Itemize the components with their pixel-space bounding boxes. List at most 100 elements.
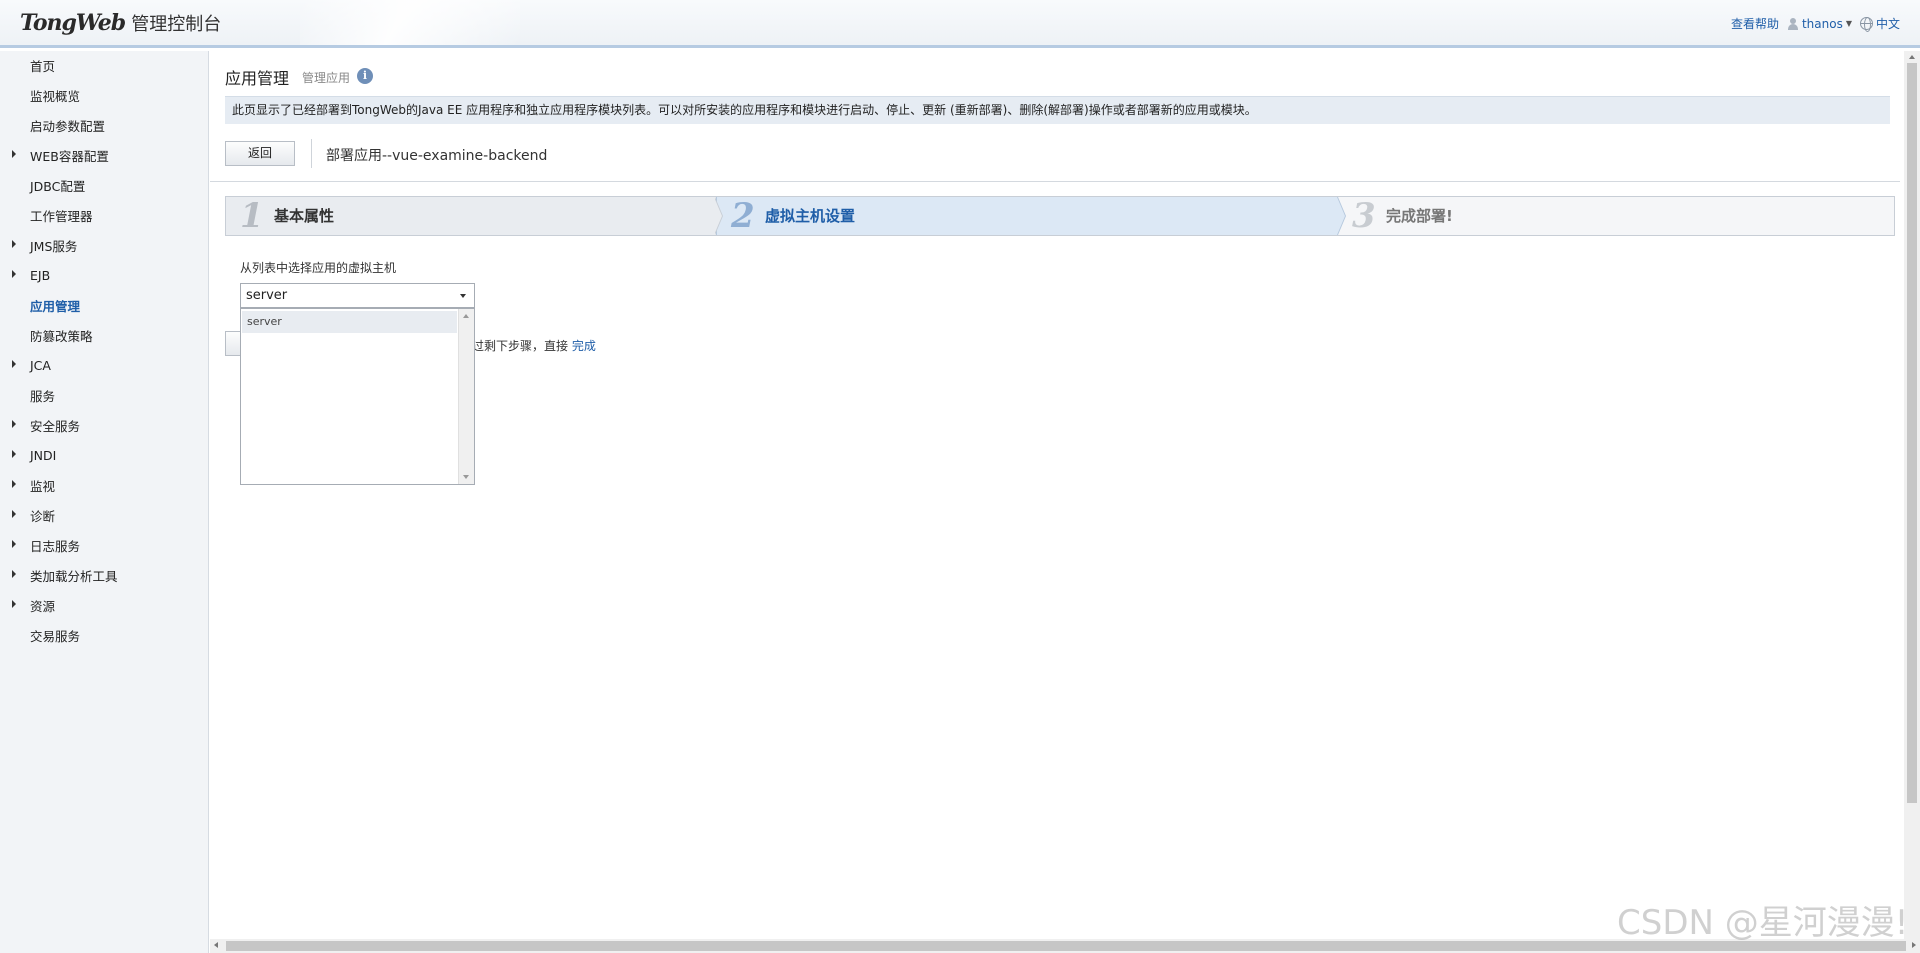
scroll-right-icon[interactable] (1912, 942, 1916, 948)
sidebar-item-label: JMS服务 (30, 238, 78, 254)
page-vertical-scrollbar[interactable] (1904, 51, 1920, 939)
sidebar-item[interactable]: 类加载分析工具 (0, 564, 208, 586)
step-label: 基本属性 (274, 207, 335, 225)
username: thanos (1801, 16, 1843, 31)
expand-arrow-icon[interactable] (12, 540, 16, 548)
back-button[interactable]: 返回 (225, 141, 295, 166)
vhost-select[interactable]: server (240, 283, 475, 308)
scroll-down-icon[interactable] (463, 475, 469, 479)
expand-arrow-icon[interactable] (12, 510, 16, 518)
sidebar-item-label: 服务 (30, 388, 56, 404)
vhost-field-label: 从列表中选择应用的虚拟主机 (240, 261, 397, 275)
expand-arrow-icon[interactable] (12, 570, 16, 578)
main-content: 应用管理 管理应用 i 此页显示了已经部署到TongWeb的Java EE 应用… (210, 51, 1900, 939)
wizard-step-1[interactable]: 1 基本属性 (226, 197, 716, 235)
sidebar-item[interactable]: 工作管理器 (0, 204, 208, 226)
sidebar-item-label: 启动参数配置 (30, 118, 106, 134)
sidebar-item[interactable]: 启动参数配置 (0, 114, 208, 136)
sidebar-item[interactable]: 安全服务 (0, 414, 208, 436)
wizard-step-2[interactable]: 2 虚拟主机设置 (716, 197, 1338, 235)
sidebar-item[interactable]: 监视 (0, 474, 208, 496)
sidebar-item[interactable]: JCA (0, 354, 208, 376)
sidebar-item[interactable]: 交易服务 (0, 624, 208, 646)
language-label: 中文 (1875, 17, 1900, 31)
skip-text: 跳过剩下步骤，直接 (460, 339, 569, 353)
sidebar-item-label: 交易服务 (30, 628, 81, 644)
sidebar-item-label: 工作管理器 (30, 208, 93, 224)
sidebar-item[interactable]: WEB容器配置 (0, 144, 208, 166)
sidebar-item[interactable]: JDBC配置 (0, 174, 208, 196)
sidebar-item[interactable]: 服务 (0, 384, 208, 406)
sidebar-item[interactable]: 日志服务 (0, 534, 208, 556)
dropdown-scrollbar[interactable] (458, 309, 474, 484)
sidebar-nav: 首页监视概览启动参数配置 WEB容器配置 JDBC配置工作管理器 JMS服务 EJB 应用… (0, 51, 209, 953)
deploy-title: 部署应用--vue-examine-backend (326, 148, 548, 164)
sidebar-item[interactable]: 首页 (0, 54, 208, 76)
step-number: 2 (731, 196, 755, 236)
wizard-step-3[interactable]: 3 完成部署! (1338, 197, 1894, 235)
vhost-selected-value: server (246, 288, 288, 303)
step-separator-arrow-fill (1337, 197, 1345, 235)
sidebar-item-label: 诊断 (30, 508, 56, 524)
sidebar-item-label: EJB (30, 267, 51, 283)
step-number: 3 (1352, 196, 1376, 236)
scroll-up-icon[interactable] (1909, 55, 1915, 59)
expand-arrow-icon[interactable] (12, 480, 16, 488)
sidebar-item[interactable]: JNDI (0, 444, 208, 466)
sidebar-item-label: 资源 (30, 598, 56, 614)
sidebar-item[interactable]: 诊断 (0, 504, 208, 526)
expand-arrow-icon[interactable] (12, 240, 16, 248)
help-link[interactable]: 查看帮助 (1731, 15, 1779, 32)
expand-arrow-icon[interactable] (12, 360, 16, 368)
sidebar-item-label: 防篡改策略 (30, 328, 93, 344)
logo-console-text: 管理控制台 (131, 14, 222, 35)
sidebar-item-label: 类加载分析工具 (30, 568, 118, 584)
toolbar-divider (311, 139, 312, 168)
expand-arrow-icon[interactable] (12, 450, 16, 458)
step-label: 完成部署! (1386, 207, 1453, 225)
sidebar-item-label: 安全服务 (30, 418, 81, 434)
header-right-links: 查看帮助 thanos ▼ 中文 (1731, 15, 1900, 32)
info-icon[interactable]: i (357, 68, 373, 84)
expand-arrow-icon[interactable] (12, 420, 16, 428)
vhost-option[interactable]: server (242, 311, 457, 333)
step-separator-arrow-fill (714, 197, 722, 235)
sidebar-item-label: 应用管理 (30, 298, 81, 314)
expand-arrow-icon[interactable] (12, 600, 16, 608)
tongweb-logo: TongWeb 管理控制台 (20, 10, 221, 40)
expand-arrow-icon[interactable] (12, 270, 16, 278)
vertical-scroll-thumb[interactable] (1907, 63, 1917, 803)
sidebar-item-label: WEB容器配置 (30, 148, 109, 164)
vhost-dropdown-list[interactable]: server (240, 308, 475, 485)
sidebar-item-label: 监视 (30, 478, 56, 494)
chevron-down-icon: ▼ (1845, 19, 1852, 28)
page-title: 应用管理 (225, 69, 290, 88)
language-switch[interactable]: 中文 (1859, 15, 1900, 32)
step-label: 虚拟主机设置 (765, 207, 856, 225)
scroll-left-icon[interactable] (214, 942, 218, 948)
sidebar-item[interactable]: JMS服务 (0, 234, 208, 256)
sidebar-item-label: 首页 (30, 58, 56, 74)
sidebar-item-label: 日志服务 (30, 538, 81, 554)
user-icon (1787, 17, 1799, 30)
sidebar-item-label: JCA (30, 357, 51, 373)
expand-arrow-icon[interactable] (12, 150, 16, 158)
chevron-down-icon (460, 294, 466, 298)
section-divider (210, 181, 1900, 182)
sidebar-item[interactable]: EJB (0, 264, 208, 286)
watermark: CSDN @星河漫漫! (1617, 903, 1909, 943)
skip-steps-hint: 跳过剩下步骤，直接 完成 (460, 337, 596, 354)
page-subtitle: 管理应用 (302, 71, 351, 85)
step-number: 1 (240, 196, 264, 236)
finish-link[interactable]: 完成 (572, 339, 596, 353)
deploy-wizard-steps: 1 基本属性 2 虚拟主机设置 3 完成部署! (225, 196, 1895, 236)
scroll-up-icon[interactable] (463, 314, 469, 318)
user-menu[interactable]: thanos ▼ (1787, 17, 1852, 31)
top-header: TongWeb 管理控制台 查看帮助 thanos ▼ 中文 (0, 0, 1920, 48)
logo-brand: TongWeb (20, 10, 126, 36)
sidebar-item[interactable]: 应用管理 (0, 294, 208, 316)
sidebar-item-label: 监视概览 (30, 88, 81, 104)
sidebar-item[interactable]: 防篡改策略 (0, 324, 208, 346)
sidebar-item[interactable]: 资源 (0, 594, 208, 616)
sidebar-item[interactable]: 监视概览 (0, 84, 208, 106)
